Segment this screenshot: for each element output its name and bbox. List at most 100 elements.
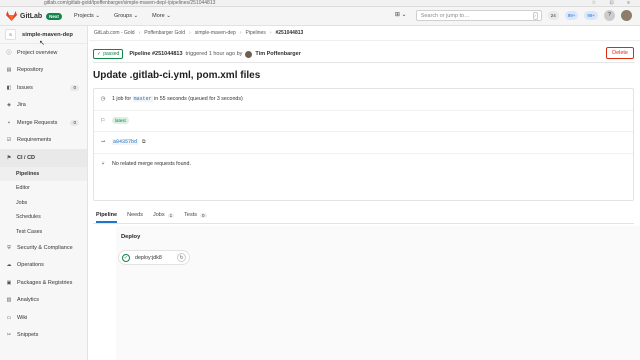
sidebar-item-label: Security & Compliance (17, 244, 73, 251)
success-status-icon: ✓ (122, 253, 130, 262)
sidebar-item-jira[interactable]: ◈ Jira (0, 97, 87, 115)
more-menu[interactable]: More ⌄ (152, 13, 171, 19)
todo-counter[interactable]: 99+ (584, 11, 598, 20)
next-badge[interactable]: Next (46, 12, 62, 20)
shield-icon: ⛨ (7, 244, 11, 251)
commit-sha-link[interactable]: a84357bd (112, 139, 139, 146)
sidebar-item-packages[interactable]: ▣ Packages & Registries (0, 274, 87, 292)
sidebar-item-requirements[interactable]: ☑ Requirements (0, 132, 87, 150)
pipeline-user[interactable]: Tim Poffenbarger (255, 51, 300, 57)
sidebar-item-issues[interactable]: ◧ Issues 0 (0, 79, 87, 97)
sidebar-item-label: Repository (17, 67, 44, 74)
sidebar: S simple-maven-dep ⓘ Project overview ▤ Re… (0, 26, 88, 360)
sidebar-item-wiki[interactable]: ▭ Wiki (0, 309, 87, 327)
clock-icon: ◷ (100, 96, 106, 103)
sidebar-item-label: Project overview (17, 49, 58, 56)
issues-icon: ◧ (6, 84, 12, 91)
pipeline-triggered: triggered 1 hour ago by (185, 51, 243, 57)
sidebar-item-security[interactable]: ⛨ Security & Compliance (0, 239, 87, 257)
projects-menu[interactable]: Projects ⌄ (74, 13, 100, 19)
sidebar-subitem-test-cases[interactable]: Test Cases (0, 225, 87, 240)
breadcrumb-item[interactable]: Pipelines (246, 30, 266, 36)
mr-count-badge: 0 (70, 119, 79, 126)
sidebar-item-repository[interactable]: ▤ Repository (0, 62, 87, 80)
help-icon[interactable]: ? (604, 10, 615, 21)
sidebar-item-merge-requests[interactable]: ⑂ Merge Requests 0 (0, 114, 87, 132)
pipeline-info: Pipeline #251044813 triggered 1 hour ago… (129, 50, 301, 58)
address-bar[interactable]: gitlab.com/gitlab-gold/tpoffenbarger/sim… (44, 0, 215, 7)
sidebar-item-operations[interactable]: ☁ Operations (0, 257, 87, 275)
branch-link[interactable]: master (132, 96, 153, 103)
pipeline-header: ✓ passed Pipeline #251044813 triggered 1 … (93, 46, 634, 63)
info-icon: ⓘ (6, 50, 12, 57)
new-dropdown-icon[interactable]: ⊞ ⌄ (392, 10, 410, 21)
tab-needs[interactable]: Needs (127, 212, 143, 223)
breadcrumb-current[interactable]: #251044813 (275, 30, 303, 36)
merge-request-icon: ⑂ (101, 161, 105, 168)
copy-icon[interactable]: ⧉ (142, 139, 146, 145)
mouse-cursor-icon: ↖ (39, 40, 45, 47)
tab-label: Jobs (153, 212, 165, 218)
tab-label: Needs (127, 212, 143, 218)
project-avatar: S (5, 29, 16, 40)
sidebar-item-ci-cd[interactable]: ⚑ CI / CD (0, 149, 87, 167)
browser-tools: ☆ ⊡ ≡ (591, 0, 636, 6)
browser-bar: gitlab.com/gitlab-gold/tpoffenbarger/sim… (0, 0, 640, 7)
project-name: simple-maven-dep (22, 31, 73, 38)
latest-badge: latest (112, 117, 129, 125)
sidebar-item-label: Operations (17, 262, 44, 269)
status-label: passed (103, 51, 120, 57)
check-circle-icon: ✓ (97, 51, 102, 57)
retry-icon[interactable]: ↻ (177, 253, 186, 262)
tab-jobs[interactable]: Jobs 1 (153, 212, 175, 223)
chart-icon: ▥ (6, 297, 12, 304)
breadcrumb: GitLab.com - Gold › Poffenbarger Gold › si… (89, 26, 640, 41)
user-avatar[interactable] (621, 10, 632, 21)
issues-count-badge: 0 (70, 84, 79, 91)
delete-button[interactable]: Delete (606, 47, 634, 59)
sidebar-subitem-schedules[interactable]: Schedules (0, 210, 87, 225)
groups-menu[interactable]: Groups ⌄ (114, 13, 138, 19)
sidebar-item-analytics[interactable]: ▥ Analytics (0, 292, 87, 310)
job-name: deploy:jdk8 (135, 254, 162, 261)
tab-label: Pipeline (96, 212, 118, 218)
top-navigation: GitLab Next Projects ⌄ Groups ⌄ More ⌄ ⊞… (0, 7, 640, 26)
sidebar-subitem-editor[interactable]: Editor (0, 181, 87, 196)
sidebar-item-label: CI / CD (17, 154, 36, 161)
job-card[interactable]: ✓ deploy:jdk8 ↻ (118, 250, 190, 265)
sidebar-subitem-pipelines[interactable]: Pipelines (0, 166, 87, 181)
jobs-text: 1 job for (112, 96, 132, 103)
user-mini-avatar[interactable] (245, 50, 253, 58)
sidebar-item-label: Packages & Registries (17, 279, 73, 286)
sidebar-item-label: Jira (17, 102, 26, 109)
sidebar-item-label: Requirements (17, 137, 52, 144)
sidebar-item-snippets[interactable]: ✂ Snippets (0, 327, 87, 345)
status-badge[interactable]: ✓ passed (93, 49, 124, 59)
sidebar-item-label: Merge Requests (17, 119, 58, 126)
tab-label: Tests (184, 212, 197, 218)
breadcrumb-item[interactable]: simple-maven-dep (195, 30, 236, 36)
commit-row: ⊸ a84357bd ⧉ (94, 132, 633, 154)
search-input[interactable]: Search or jump to… / (415, 10, 542, 21)
tab-tests[interactable]: Tests 0 (184, 212, 207, 223)
flag-icon: ⚐ (100, 117, 106, 124)
sidebar-item-label: Analytics (17, 297, 40, 304)
issues-counter[interactable]: 24 (547, 11, 559, 20)
breadcrumb-item[interactable]: GitLab.com - Gold (94, 30, 135, 36)
tanuki-icon (6, 11, 17, 21)
sidebar-subitem-jobs[interactable]: Jobs (0, 196, 87, 211)
sidebar-item-label: Wiki (17, 314, 28, 321)
mr-counter[interactable]: 99+ (564, 11, 579, 20)
tab-pipeline[interactable]: Pipeline (96, 212, 118, 223)
breadcrumb-item[interactable]: Poffenbarger Gold (144, 30, 185, 36)
requirements-icon: ☑ (6, 137, 12, 144)
package-icon: ▣ (6, 279, 12, 286)
search-placeholder: Search or jump to… (420, 13, 470, 19)
pipeline-details-card: ◷ 1 job for master in 55 seconds (queued… (93, 88, 634, 201)
tab-count: 0 (199, 212, 207, 218)
slash-shortcut-icon: / (532, 12, 538, 20)
gitlab-logo[interactable]: GitLab (6, 11, 42, 21)
mr-text: No related merge requests found. (112, 161, 191, 168)
tag-row: ⚐ latest (94, 111, 633, 132)
rocket-icon: ⚑ (6, 154, 12, 161)
